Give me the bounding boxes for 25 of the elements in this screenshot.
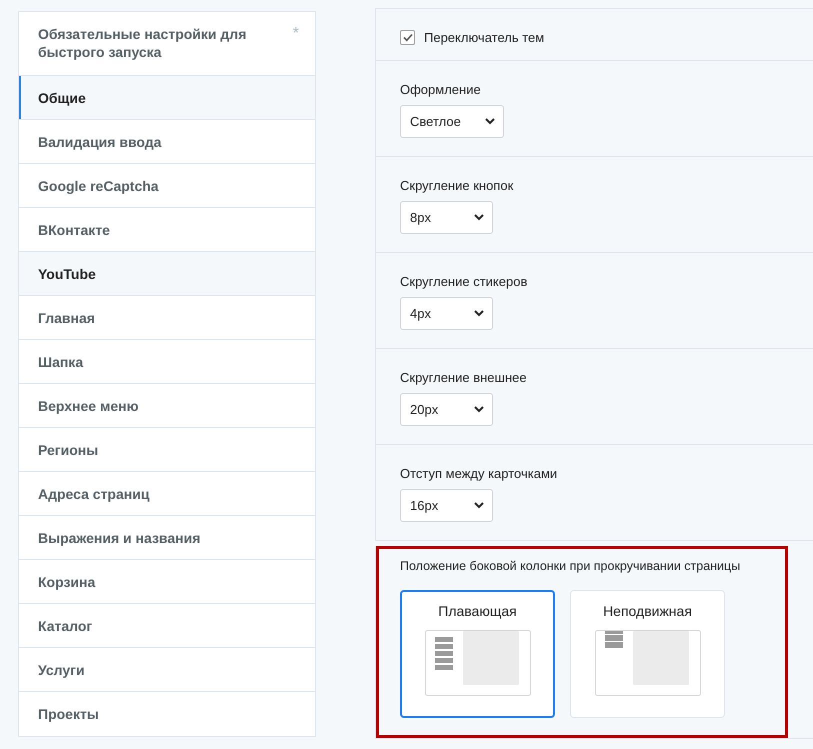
sidebar-item[interactable]: YouTube <box>19 252 315 296</box>
field-label: Положение боковой колонки при прокручивании страницы <box>400 559 742 573</box>
item-label: Обязательные настройки для быстрого запуска <box>38 25 248 61</box>
field-label: Скругление стикеров <box>400 274 528 289</box>
layout-option[interactable]: Неподвижная <box>570 590 725 718</box>
field-label: Отступ между карточками <box>400 466 558 481</box>
chevron-icon <box>474 214 484 221</box>
option-label: Плавающая <box>438 603 517 619</box>
select-field[interactable]: 16px <box>400 489 493 522</box>
sidebar-item[interactable]: Общие <box>19 76 315 120</box>
checkmark-icon <box>402 33 412 42</box>
field-label: Скругление внешнее <box>400 370 528 385</box>
field-label: Оформление <box>400 82 482 97</box>
select-field[interactable]: 20px <box>400 393 493 426</box>
required-marker: * <box>292 25 299 43</box>
chevron-icon <box>474 406 484 413</box>
chevron-icon <box>474 310 484 317</box>
chevron-icon <box>474 502 484 509</box>
select-field[interactable]: 4px <box>400 297 493 330</box>
select-field[interactable]: 8px <box>400 201 493 234</box>
chevron-icon <box>484 118 495 125</box>
option-label: Неподвижная <box>603 603 692 619</box>
field-label: Скругление кнопок <box>400 178 514 193</box>
select-field[interactable]: Светлое <box>400 105 504 138</box>
layout-option[interactable]: Плавающая <box>400 590 555 718</box>
